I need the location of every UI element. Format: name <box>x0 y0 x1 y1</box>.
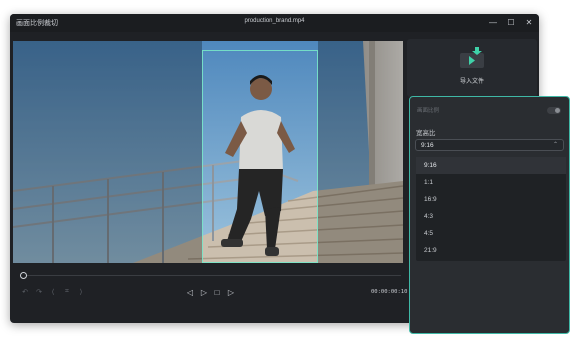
crop-icon[interactable]: ⌗ <box>61 286 73 298</box>
window-controls: — ☐ ✕ <box>487 16 535 28</box>
aspect-ratio-panel: 画面比例 宽高比 9:16 ⌃ 9:16 1:1 16:9 4:3 4:5 21… <box>409 96 570 334</box>
mark-out-icon[interactable]: ⟩ <box>75 286 87 298</box>
aspect-ratio-select[interactable]: 9:16 ⌃ <box>415 139 564 151</box>
crop-mask-right <box>318 41 403 263</box>
ratio-toggle[interactable] <box>547 107 561 114</box>
next-frame-icon[interactable]: ▷ <box>225 286 237 298</box>
minimize-button[interactable]: — <box>487 16 499 28</box>
aspect-ratio-value: 9:16 <box>421 142 434 149</box>
ratio-option[interactable]: 16:9 <box>416 191 566 208</box>
file-title: production_brand.mp4 <box>244 18 305 24</box>
ratio-option[interactable]: 1:1 <box>416 174 566 191</box>
chevron-up-icon: ⌃ <box>552 142 558 148</box>
prev-frame-icon[interactable]: ◁ <box>184 286 196 298</box>
playhead-handle[interactable] <box>20 272 27 279</box>
mark-in-icon[interactable]: ⟨ <box>47 286 59 298</box>
crop-frame[interactable] <box>202 50 318 263</box>
ratio-option[interactable]: 4:3 <box>416 208 566 225</box>
video-preview[interactable] <box>13 41 403 263</box>
import-panel[interactable]: 导入文件 <box>407 39 537 97</box>
crop-mask-left <box>13 41 202 263</box>
ratio-option[interactable]: 9:16 <box>416 157 566 174</box>
panel-header-label: 画面比例 <box>417 108 440 114</box>
import-file-label: 导入文件 <box>459 79 484 85</box>
import-file-icon <box>460 47 484 68</box>
aspect-ratio-label: 宽高比 <box>416 130 436 137</box>
ratio-option[interactable]: 4:5 <box>416 225 566 242</box>
play-icon[interactable]: ▷ <box>198 286 210 298</box>
aspect-ratio-dropdown: 9:16 1:1 16:9 4:3 4:5 21:9 <box>416 157 566 261</box>
title-bar: 画面比例裁切 production_brand.mp4 — ☐ ✕ <box>10 14 539 32</box>
progress-track[interactable] <box>21 275 401 276</box>
timecode: 00:00:00:10 <box>371 289 408 295</box>
ratio-option[interactable]: 21:9 <box>416 242 566 259</box>
close-button[interactable]: ✕ <box>523 16 535 28</box>
stop-icon[interactable]: □ <box>211 286 223 298</box>
maximize-button[interactable]: ☐ <box>505 16 517 28</box>
playback-bar: ↶ ↷ ⟨ ⌗ ⟩ ◁ ▷ □ ▷ 00:00:00:10 <box>13 267 407 307</box>
undo-icon[interactable]: ↶ <box>19 286 31 298</box>
redo-icon[interactable]: ↷ <box>33 286 45 298</box>
